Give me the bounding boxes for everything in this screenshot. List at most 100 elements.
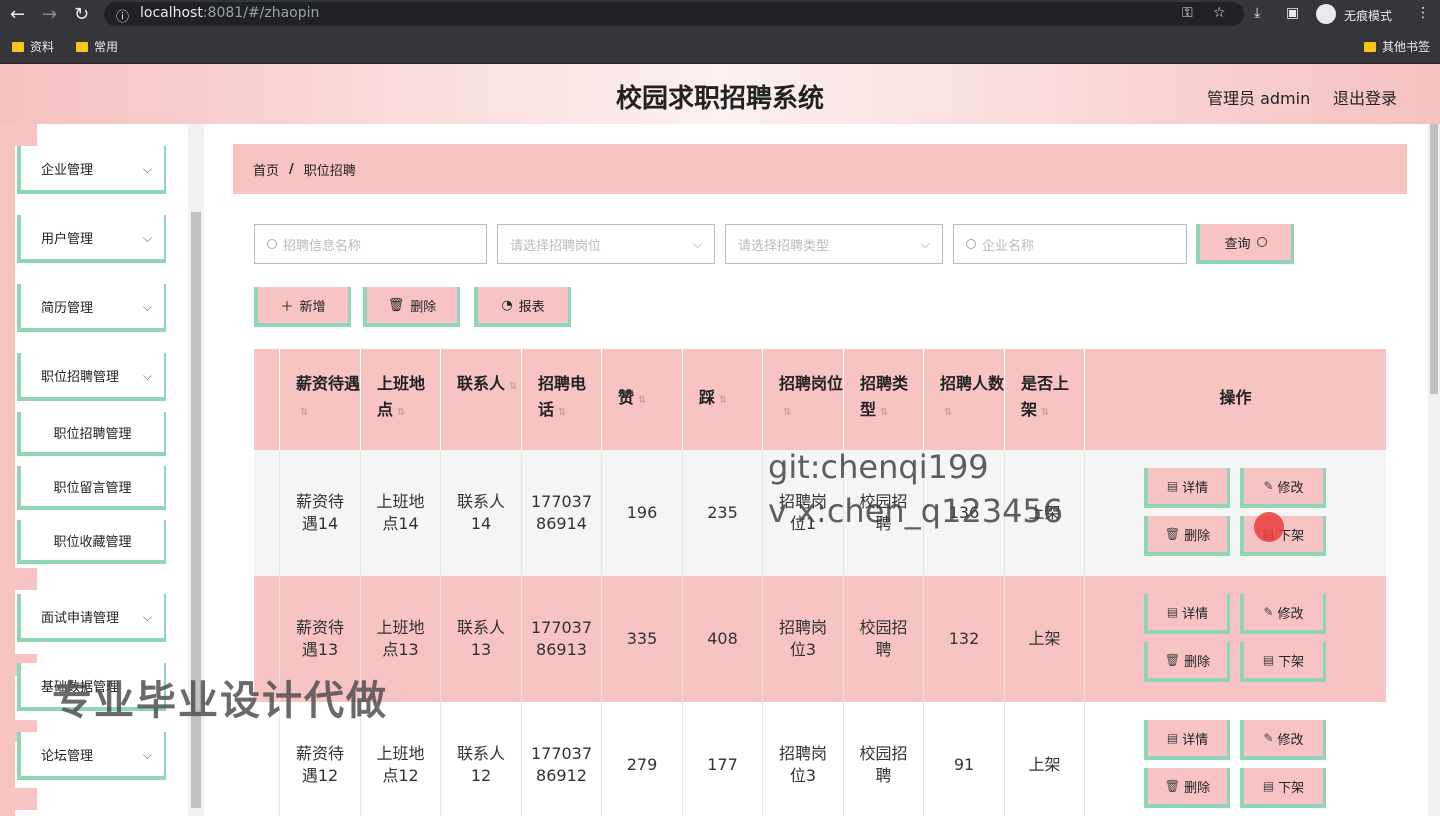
cell-dislikes: 408	[683, 576, 763, 702]
search-icon	[966, 239, 976, 249]
column-header-actions: 操作	[1219, 388, 1252, 407]
folder-icon	[12, 41, 24, 52]
trash-icon: 🗑	[1164, 527, 1181, 541]
cell-phone: 17703786912	[522, 702, 602, 816]
job-name-search-input[interactable]: 招聘信息名称	[254, 224, 487, 264]
logout-link[interactable]: 退出登录	[1333, 85, 1397, 109]
query-button[interactable]: 查询	[1196, 224, 1294, 264]
column-header-type[interactable]: 招聘类型 ⇅	[844, 349, 924, 450]
unlist-button-label: 下架	[1278, 654, 1305, 670]
sidebar-item-resume[interactable]: 简历管理 ⌵	[17, 284, 166, 332]
star-icon[interactable]: ☆	[1213, 5, 1226, 21]
watermark-git: git:chenqi199	[768, 448, 989, 486]
main-scrollbar[interactable]	[1428, 124, 1440, 816]
column-header-count[interactable]: 招聘人数⇅	[924, 349, 1005, 450]
report-button[interactable]: ◔ 报表	[474, 287, 571, 327]
folder-icon	[1364, 41, 1376, 52]
column-header-status[interactable]: 是否上架 ⇅	[1005, 349, 1085, 450]
detail-button[interactable]: ▤ 详情	[1144, 594, 1230, 634]
table-header: 薪资待遇⇅ 上班地点 ⇅ 联系人 ⇅ 招聘电话 ⇅ 赞 ⇅ 踩 ⇅ 招聘岗位⇅ 招聘类型 ⇅…	[254, 349, 1386, 450]
edit-button[interactable]: ✎ 修改	[1240, 468, 1326, 508]
detail-button-label: 详情	[1182, 732, 1209, 748]
sidebar-item-job-recruitment[interactable]: 职位招聘管理 ⌵	[17, 353, 166, 401]
sidebar-subitem-job-messages[interactable]: 职位留言管理	[17, 466, 166, 510]
job-type-select[interactable]: 请选择招聘类型 ⌵	[725, 224, 943, 264]
chevron-down-icon: ⌵	[692, 236, 702, 251]
incognito-label: 无痕模式	[1344, 9, 1393, 23]
delete-button[interactable]: 🗑 删除	[363, 287, 460, 327]
edit-button-label: 修改	[1277, 732, 1304, 748]
unlist-button[interactable]: ▤下架	[1240, 768, 1326, 808]
document-icon: ▤	[1262, 779, 1275, 793]
search-icon	[1256, 237, 1267, 247]
detail-button[interactable]: ▤ 详情	[1144, 468, 1230, 508]
cell-position: 招聘岗位3	[763, 702, 844, 816]
breadcrumb-home[interactable]: 首页	[253, 160, 279, 179]
document-icon: ▤	[1166, 605, 1179, 619]
detail-button[interactable]: ▤ 详情	[1144, 720, 1230, 760]
info-icon[interactable]: ⓘ	[116, 6, 129, 25]
chevron-down-icon: ⌵	[142, 300, 152, 314]
cell-status: 上架	[1005, 576, 1085, 702]
edit-button[interactable]: ✎ 修改	[1240, 594, 1326, 634]
chevron-up-icon: ⌵	[142, 369, 152, 383]
watermark-wechat: v x:chen_q123456	[768, 492, 1064, 530]
folder-icon	[76, 41, 88, 52]
sidebar-item-interview[interactable]: 面试申请管理 ⌵	[17, 594, 166, 642]
pencil-icon: ✎	[1263, 731, 1274, 745]
reload-icon[interactable]: ↻	[74, 4, 89, 25]
company-name-search-input[interactable]: 企业名称	[953, 224, 1187, 264]
app-header: 校园求职招聘系统 管理员 admin 退出登录	[0, 64, 1440, 124]
column-header-contact[interactable]: 联系人 ⇅	[441, 349, 522, 450]
cell-salary: 薪资待遇14	[280, 450, 361, 576]
menu-icon[interactable]: ⋮	[1416, 5, 1430, 21]
table-row: 薪资待遇12 上班地点12 联系人12 17703786912 279 177 招聘岗位3 校…	[254, 702, 1386, 816]
cell-count: 132	[924, 576, 1005, 702]
column-header-position[interactable]: 招聘岗位⇅	[763, 349, 844, 450]
row-delete-button[interactable]: 🗑 删除	[1144, 642, 1230, 682]
cell-likes: 196	[602, 450, 683, 576]
document-icon: ▤	[1166, 479, 1179, 493]
cell-contact: 联系人13	[441, 576, 522, 702]
row-select-cell[interactable]	[254, 450, 280, 576]
add-button[interactable]: ＋新增	[254, 287, 351, 327]
back-icon[interactable]: ←	[10, 4, 25, 25]
column-header-location[interactable]: 上班地点 ⇅	[361, 349, 441, 450]
column-header-salary[interactable]: 薪资待遇⇅	[280, 349, 361, 450]
edit-button-label: 修改	[1277, 480, 1304, 496]
sidebar-subitem-job-manage[interactable]: 职位招聘管理	[17, 412, 166, 456]
sort-icon: ⇅	[558, 407, 567, 418]
row-delete-button[interactable]: 🗑 删除	[1144, 516, 1230, 556]
trash-icon: 🗑	[387, 297, 405, 313]
bookmark-folder[interactable]: 资料	[12, 38, 54, 55]
unlist-button-label: 下架	[1278, 780, 1305, 796]
sidebar-item-users[interactable]: 用户管理 ⌵	[17, 215, 166, 263]
bookmark-folder[interactable]: 常用	[76, 38, 118, 55]
cursor-highlight	[1254, 512, 1284, 542]
column-header-likes[interactable]: 赞 ⇅	[602, 349, 683, 450]
chevron-down-icon: ⌵	[142, 162, 152, 176]
sidebar-item-forum[interactable]: 论坛管理 ⌵	[17, 732, 166, 780]
incognito-icon[interactable]	[1316, 4, 1336, 24]
other-bookmarks[interactable]: 其他书签	[1364, 38, 1430, 55]
column-header-dislikes[interactable]: 踩 ⇅	[683, 349, 763, 450]
job-position-select[interactable]: 请选择招聘岗位 ⌵	[497, 224, 715, 264]
key-icon[interactable]: ⚿	[1182, 5, 1193, 21]
column-header-phone[interactable]: 招聘电话 ⇅	[522, 349, 602, 450]
sidepanel-icon[interactable]: ▣	[1286, 5, 1299, 21]
download-icon[interactable]: ⤓	[1254, 5, 1260, 21]
cell-phone: 17703786914	[522, 450, 602, 576]
admin-label: 管理员 admin	[1207, 89, 1311, 108]
sort-icon: ⇅	[638, 395, 647, 406]
select-all-column[interactable]	[254, 349, 280, 450]
forward-icon[interactable]: →	[42, 4, 57, 25]
cell-type: 校园招聘	[844, 576, 924, 702]
detail-button-label: 详情	[1182, 606, 1209, 622]
row-delete-button[interactable]: 🗑 删除	[1144, 768, 1230, 808]
pencil-icon: ✎	[1263, 605, 1274, 619]
trash-icon: 🗑	[1164, 653, 1181, 667]
edit-button[interactable]: ✎ 修改	[1240, 720, 1326, 760]
sidebar-subitem-job-favorites[interactable]: 职位收藏管理	[17, 520, 166, 564]
sidebar-item-company[interactable]: 企业管理 ⌵	[17, 146, 166, 194]
unlist-button[interactable]: ▤下架	[1240, 642, 1326, 682]
